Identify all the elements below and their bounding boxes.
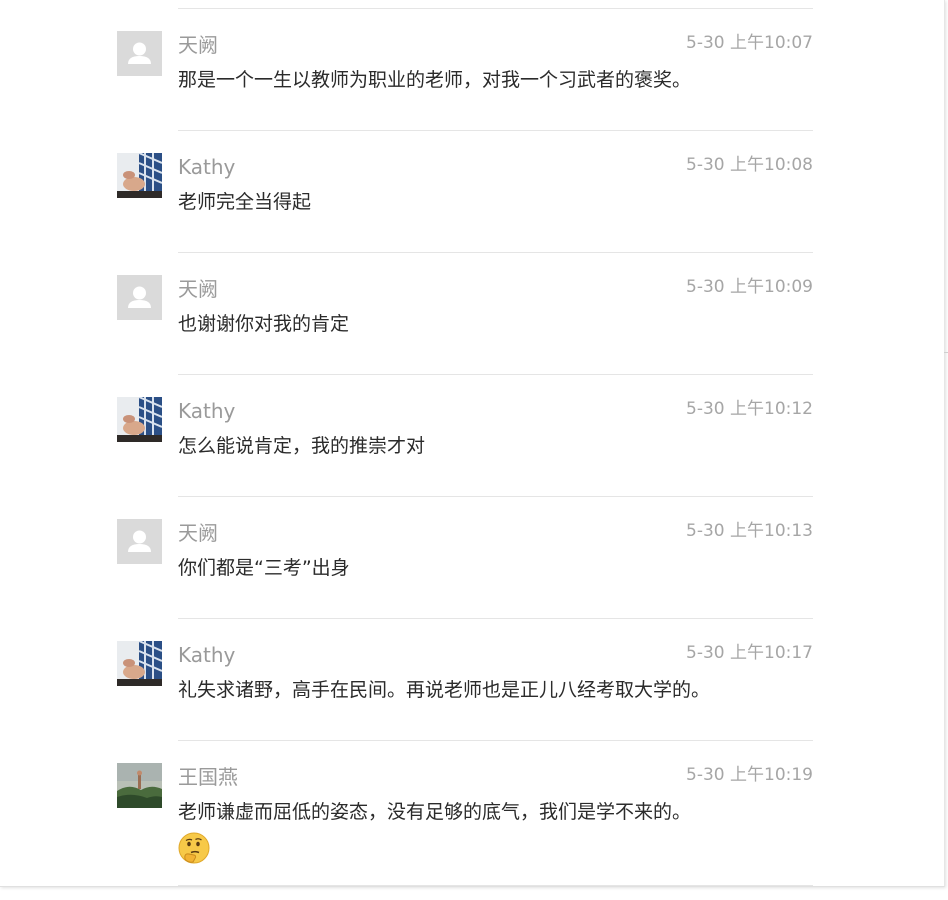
comment-text: 也谢谢你对我的肯定	[178, 313, 350, 335]
divider	[178, 740, 813, 741]
comment-time: 5-30 上午10:12	[686, 399, 813, 419]
divider	[178, 130, 813, 131]
comment-time: 5-30 上午10:08	[686, 155, 813, 175]
photo-avatar[interactable]	[117, 397, 162, 442]
default-avatar[interactable]	[117, 519, 162, 564]
comment-time: 5-30 上午10:13	[686, 521, 813, 541]
commenter-name[interactable]: 天阙	[178, 276, 218, 302]
commenter-name[interactable]: Kathy	[178, 398, 235, 424]
comment-time: 5-30 上午10:07	[686, 33, 813, 53]
divider	[178, 496, 813, 497]
default-avatar[interactable]	[117, 31, 162, 76]
thinking-face-emoji	[178, 832, 813, 866]
comment-time: 5-30 上午10:19	[686, 765, 813, 785]
scroll-edge-marker	[944, 352, 948, 353]
comment-body: 老师谦虚而屈低的姿态，没有足够的底气，我们是学不来的。	[178, 799, 813, 866]
divider	[178, 374, 813, 375]
photo-avatar[interactable]	[117, 641, 162, 686]
landscape-avatar[interactable]	[117, 763, 162, 808]
divider	[178, 8, 813, 9]
commenter-name[interactable]: Kathy	[178, 154, 235, 180]
divider	[178, 618, 813, 619]
comment-text: 那是一个一生以教师为职业的老师，对我一个习武者的褒奖。	[178, 69, 692, 91]
comment-time: 5-30 上午10:09	[686, 277, 813, 297]
comment-text: 礼失求诸野，高手在民间。再说老师也是正儿八经考取大学的。	[178, 679, 711, 701]
comment-text: 怎么能说肯定，我的推崇才对	[178, 435, 426, 457]
commenter-name[interactable]: 天阙	[178, 520, 218, 546]
commenter-name[interactable]: Kathy	[178, 642, 235, 668]
default-avatar[interactable]	[117, 275, 162, 320]
comment-text: 老师完全当得起	[178, 191, 312, 213]
comment-time: 5-30 上午10:17	[686, 643, 813, 663]
comment-text: 老师谦虚而屈低的姿态，没有足够的底气，我们是学不来的。	[178, 801, 692, 823]
photo-avatar[interactable]	[117, 153, 162, 198]
divider	[178, 252, 813, 253]
commenter-name[interactable]: 王国燕	[178, 764, 238, 790]
commenter-name[interactable]: 天阙	[178, 32, 218, 58]
comment-panel: 天阙 5-30 上午10:07 那是一个一生以教师为职业的老师，对我一个习武者的…	[0, 0, 945, 887]
comment-text: 你们都是“三考”出身	[178, 557, 350, 579]
divider	[178, 885, 813, 886]
